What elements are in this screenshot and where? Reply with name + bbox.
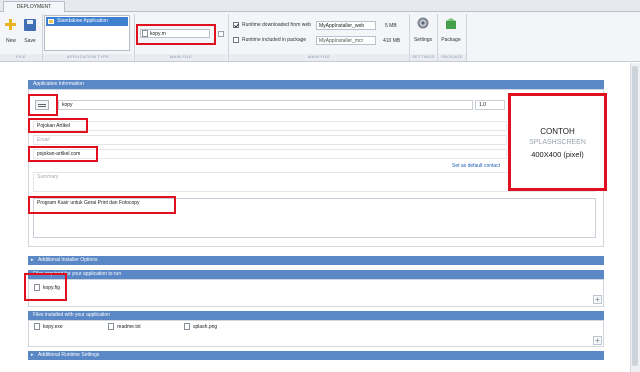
add-installed-file-button[interactable]: +	[593, 336, 602, 345]
floppy-icon	[24, 19, 36, 31]
fig-file-icon	[34, 284, 40, 291]
company-field[interactable]: pojokan-artikel.com	[33, 149, 507, 159]
package-icon	[445, 18, 457, 29]
group-label-app-type: APPLICATION TYPE	[43, 54, 133, 61]
runtime-web-label: Runtime downloaded from web	[242, 22, 311, 28]
runtime-pkg-checkbox[interactable]	[233, 37, 239, 43]
scrollbar-thumb[interactable]	[632, 66, 638, 366]
author-highlight	[28, 118, 88, 133]
png-file-icon	[184, 323, 190, 330]
title-bar	[0, 0, 640, 12]
package-button[interactable]: Package	[439, 15, 463, 49]
splash-screenshot[interactable]: CONTOH SPLASHSCREEN 400X400 (pixel)	[508, 93, 607, 191]
new-button[interactable]: New	[3, 16, 19, 48]
section-app-info: Application Information	[28, 80, 604, 89]
gear-icon	[417, 17, 429, 29]
txt-file-icon	[108, 323, 114, 330]
app-type-gallery[interactable]: Standalone Application	[44, 15, 130, 51]
section-runtime-settings[interactable]: ▸ Additional Runtime Settings	[28, 351, 604, 360]
tab-deployment[interactable]: DEPLOYMENT	[3, 1, 65, 12]
main-file-field[interactable]: kopy.m	[140, 29, 210, 38]
email-field[interactable]: Email	[33, 135, 507, 145]
author-field[interactable]: Pojokan Artikel	[33, 121, 507, 131]
group-label-main-file: MAIN FILE	[135, 54, 227, 61]
expand-arrow-icon: ▸	[31, 352, 34, 358]
group-label-package: PACKAGE	[438, 54, 466, 61]
set-default-contact-link[interactable]: Set as default contact	[452, 163, 500, 169]
splash-text-line2: SPLASHSCREEN	[529, 139, 586, 146]
add-main-file-button[interactable]	[218, 31, 224, 37]
files-required-panel	[28, 279, 604, 307]
app-type-standalone[interactable]: Standalone Application	[46, 17, 128, 26]
add-required-file-button[interactable]: +	[593, 295, 602, 304]
section-files-required: Files required for your application to r…	[28, 270, 604, 279]
app-icon-button[interactable]	[35, 100, 49, 110]
section-files-installed: Files installed with your application	[28, 311, 604, 320]
company-highlight	[28, 146, 98, 162]
app-icon-image	[38, 104, 46, 107]
new-icon	[4, 18, 17, 31]
splash-text-line3: 400X400 (pixel)	[531, 150, 584, 159]
exe-file-icon	[34, 323, 40, 330]
version-field[interactable]: 1.0	[475, 100, 505, 110]
save-button[interactable]: Save	[22, 16, 38, 48]
group-label-packaging: MAIN FILE	[229, 54, 409, 61]
settings-button[interactable]: Settings	[412, 15, 434, 49]
section-installer-options[interactable]: ▸ Additional Installer Options	[28, 256, 604, 265]
m-file-icon	[142, 30, 148, 37]
expand-arrow-icon: ▸	[31, 257, 34, 263]
runtime-pkg-label: Runtime included in package	[242, 37, 307, 43]
runtime-web-checkbox[interactable]	[233, 22, 239, 28]
runtime-pkg-field[interactable]: MyAppInstaller_mcr	[316, 36, 376, 45]
splash-text-line1: CONTOH	[540, 127, 575, 136]
standalone-app-icon	[48, 19, 54, 24]
files-installed-panel	[28, 320, 604, 347]
runtime-web-field[interactable]: MyAppInstaller_web	[316, 21, 376, 30]
runtime-web-size: 5 MB	[385, 23, 397, 29]
app-name-field[interactable]: kopy	[58, 100, 473, 110]
group-label-file: FILE	[0, 54, 42, 61]
description-highlight	[28, 196, 176, 214]
runtime-pkg-size: 410 MB	[383, 38, 401, 44]
group-label-settings: SETTINGS	[410, 54, 437, 61]
